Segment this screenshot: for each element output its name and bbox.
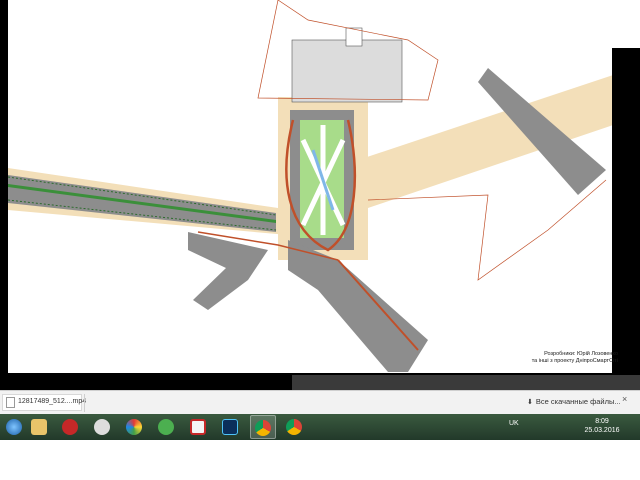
tray-language[interactable]: UK [509,420,519,427]
utorrent-icon [158,419,174,435]
plan-kiosk [345,27,363,47]
taskbar-paint[interactable] [122,415,148,439]
folder-icon [31,419,47,435]
credits-label: Розробники: Юрій Лозовенко та інші з про… [478,351,618,365]
image-viewer: Розробники: Юрій Лозовенко та інші з про… [0,0,640,390]
chrome-icon [286,419,302,435]
start-button[interactable] [2,415,28,439]
site-plan[interactable]: Розробники: Юрій Лозовенко та інші з про… [7,0,628,373]
taskbar-chrome-2[interactable] [282,415,308,439]
taskbar-chrome-active[interactable] [250,415,276,439]
file-icon [6,397,15,408]
plan-road-southwest [188,232,268,310]
taskbar-explorer[interactable] [27,415,53,439]
tray-time-text: 8:09 [595,418,609,425]
all-downloads-label: Все скачанные файлы... [535,397,621,406]
chrome-icon [255,420,271,436]
app-red-icon [62,419,78,435]
taskbar-app-red[interactable] [58,415,84,439]
plan-parking-lot [291,39,403,103]
credits-line-2: та інші з проекту ДніпроСмартСіті [531,358,618,364]
film-reel-icon [94,419,110,435]
palette-icon [126,419,142,435]
download-arrow-icon: ⬇ [527,399,533,406]
tray-date-text: 25.03.2016 [584,427,620,434]
credits-line-1: Розробники: Юрій Лозовенко [544,351,618,357]
download-bar: 12817489_512....mp4 ⬇ Все скачанные файлы… [0,390,640,414]
taskbar-photoshop[interactable] [218,415,244,439]
download-file-name: 12817489_512....mp4 [18,398,87,405]
taskbar-utorrent[interactable] [154,415,180,439]
taskbar [0,414,640,440]
taskbar-pdf[interactable] [186,415,212,439]
blank-area [0,440,640,480]
pdf-icon [190,419,206,435]
viewer-bottom-bar [292,375,640,390]
viewer-edge [612,0,640,48]
windows-logo-icon [6,419,22,435]
download-item[interactable]: 12817489_512....mp4 [2,394,86,411]
tray-clock[interactable]: 8:09 25.03.2016 [582,417,622,435]
download-separator [84,394,85,412]
site-plan-drawing [7,0,628,372]
screen: Розробники: Юрій Лозовенко та інші з про… [0,0,640,480]
photoshop-icon [222,419,238,435]
all-downloads-link[interactable]: ⬇ Все скачанные файлы... [527,397,621,406]
taskbar-media[interactable] [90,415,116,439]
close-icon[interactable]: × [622,394,627,404]
